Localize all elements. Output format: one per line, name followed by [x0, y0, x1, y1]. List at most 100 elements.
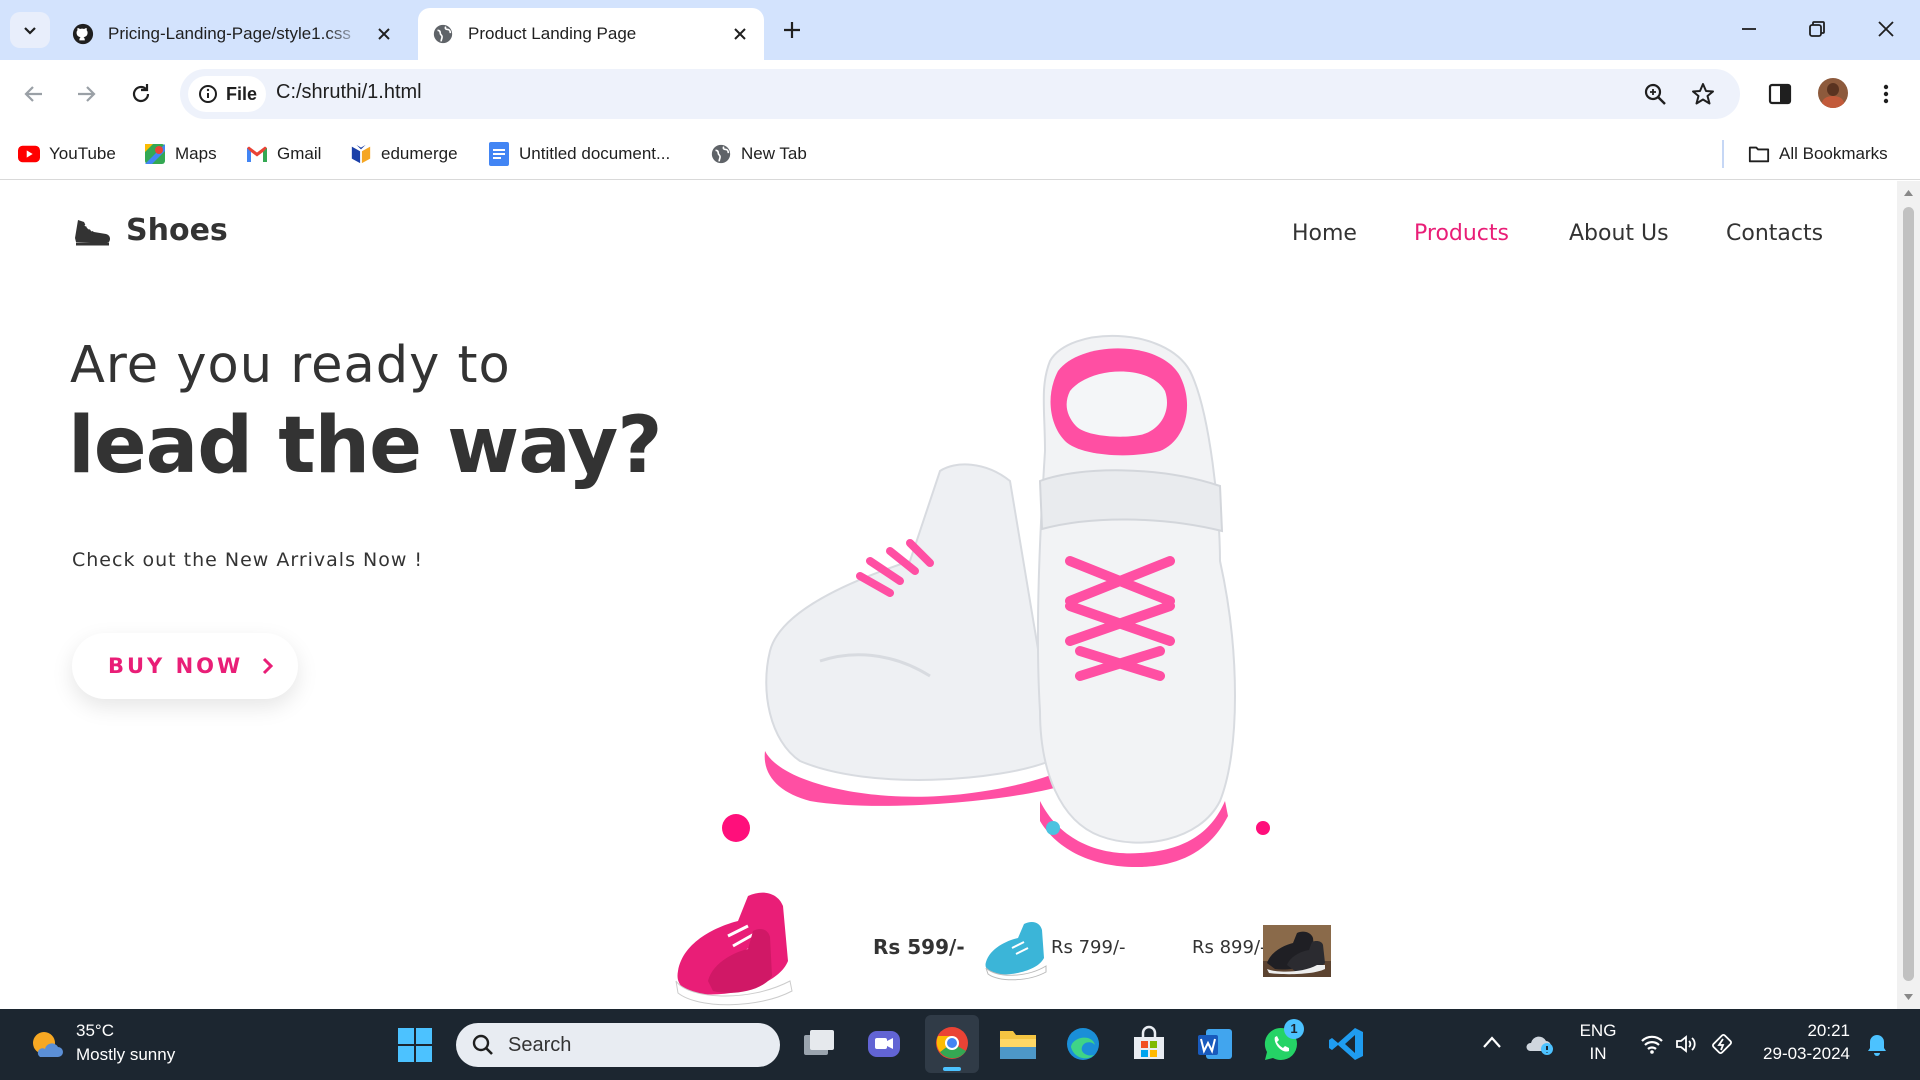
menu-icon[interactable] [1872, 80, 1900, 108]
all-bookmarks-button[interactable]: All Bookmarks [1748, 140, 1888, 168]
active-indicator [943, 1067, 961, 1071]
reload-icon[interactable] [127, 80, 155, 108]
hero-headline: lead the way? [68, 401, 663, 491]
taskbar-search[interactable]: Search [456, 1023, 780, 1067]
language-code: ENG [1579, 1021, 1617, 1040]
carousel-dot-1[interactable] [722, 814, 750, 842]
globe-icon [433, 24, 453, 44]
scroll-down-icon[interactable] [1903, 993, 1914, 1001]
taskbar: 35°C Mostly sunny Search 1 ENG IN 20:21 … [0, 1009, 1920, 1080]
language-indicator[interactable]: ENG IN [1578, 1021, 1618, 1064]
back-icon[interactable] [20, 80, 48, 108]
minimize-button[interactable] [1734, 14, 1764, 44]
address-bar[interactable]: File C:/shruthi/1.html [180, 69, 1740, 119]
nav-home[interactable]: Home [1292, 221, 1357, 246]
bookmarks-bar: YouTube Maps Gmail edumerge Untitled doc… [0, 128, 1920, 180]
bookmark-label: YouTube [49, 144, 116, 163]
onedrive-icon[interactable] [1524, 1031, 1554, 1057]
side-panel-icon[interactable] [1766, 80, 1794, 108]
chrome-icon [936, 1027, 968, 1059]
scroll-up-icon[interactable] [1903, 189, 1914, 197]
hero-tagline: Are you ready to [70, 336, 511, 395]
blue-shoe-thumbnail[interactable] [982, 918, 1052, 982]
chevron-up-icon[interactable] [1482, 1035, 1502, 1049]
folder-icon [1748, 143, 1770, 165]
battery-charging-icon[interactable] [1710, 1031, 1736, 1057]
close-window-button[interactable] [1871, 14, 1901, 44]
profile-avatar[interactable] [1818, 78, 1848, 108]
bookmark-star-icon[interactable] [1690, 81, 1716, 107]
logo-text: Shoes [126, 213, 228, 248]
tab-title: Pricing-Landing-Page/style1.css [108, 24, 351, 43]
new-tab-icon[interactable] [778, 16, 806, 44]
notification-bell-icon[interactable] [1866, 1033, 1888, 1057]
bookmark-edumerge[interactable]: edumerge [350, 140, 458, 168]
price-dark-shoe: Rs 899/- [1192, 937, 1267, 958]
vscode-icon[interactable] [1328, 1025, 1366, 1063]
bookmark-youtube[interactable]: YouTube [18, 140, 116, 168]
bookmark-label: Gmail [277, 144, 322, 163]
price-blue-shoe: Rs 799/- [1051, 937, 1126, 958]
windows-start-icon[interactable] [397, 1027, 433, 1063]
nav-about-us[interactable]: About Us [1569, 221, 1669, 246]
edumerge-icon [350, 143, 372, 165]
github-icon [72, 23, 94, 45]
weather-widget[interactable] [28, 1027, 64, 1068]
carousel-dot-3[interactable] [1256, 821, 1270, 835]
buy-now-button[interactable]: BUY NOW [72, 633, 298, 699]
site-info-chip[interactable]: File [188, 76, 266, 112]
globe-icon [710, 143, 732, 165]
tab-search-button[interactable] [10, 12, 50, 48]
scroll-thumb[interactable] [1903, 207, 1914, 981]
weather-temp: 35°C [76, 1021, 114, 1040]
zoom-icon[interactable] [1642, 81, 1668, 107]
close-icon[interactable] [730, 24, 750, 44]
chrome-taskbar-button[interactable] [925, 1015, 979, 1073]
close-icon[interactable] [374, 24, 394, 44]
word-icon[interactable] [1196, 1025, 1234, 1063]
edge-icon[interactable] [1064, 1025, 1102, 1063]
teams-meet-icon[interactable] [865, 1025, 903, 1063]
all-bookmarks-label: All Bookmarks [1779, 144, 1888, 163]
bookmark-label: edumerge [381, 144, 458, 163]
restore-button[interactable] [1802, 14, 1832, 44]
close-icon [1878, 21, 1894, 37]
forward-icon[interactable] [72, 80, 100, 108]
dark-shoe-thumbnail[interactable] [1263, 925, 1331, 977]
weather-desc: Mostly sunny [76, 1045, 176, 1064]
bookmark-untitled-document[interactable]: Untitled document... [488, 140, 670, 168]
carousel-dot-2[interactable] [1046, 821, 1060, 835]
tab-pricing[interactable]: Pricing-Landing-Page/style1.css [58, 8, 408, 60]
whatsapp-taskbar-button[interactable]: 1 [1262, 1019, 1304, 1063]
bookmark-new-tab[interactable]: New Tab [710, 140, 807, 168]
buy-now-label: BUY NOW [108, 654, 244, 678]
notification-badge: 1 [1284, 1019, 1304, 1039]
store-icon[interactable] [1130, 1025, 1168, 1063]
bookmark-label: Untitled document... [519, 144, 671, 163]
clock[interactable]: 20:21 29-03-2024 [1760, 1021, 1850, 1064]
bookmark-gmail[interactable]: Gmail [246, 140, 321, 168]
page-scrollbar[interactable] [1897, 181, 1920, 1009]
page-viewport: Shoes Home Products About Us Contacts Ar… [0, 181, 1897, 1009]
price-pink-shoe: Rs 599/- [873, 935, 965, 959]
wifi-icon[interactable] [1640, 1033, 1664, 1055]
tab-strip: Pricing-Landing-Page/style1.css Product … [0, 0, 1920, 60]
nav-products[interactable]: Products [1414, 221, 1509, 246]
tab-product-landing[interactable]: Product Landing Page [418, 8, 764, 60]
volume-icon[interactable] [1674, 1033, 1698, 1055]
pink-shoe-thumbnail[interactable] [668, 881, 808, 1009]
restore-icon [1809, 21, 1825, 37]
language-region: IN [1589, 1044, 1607, 1063]
gmail-icon [246, 143, 268, 165]
browser-toolbar: File C:/shruthi/1.html [0, 60, 1920, 128]
site-info-label: File [226, 83, 258, 104]
url-text[interactable]: C:/shruthi/1.html [276, 81, 422, 104]
site-logo[interactable]: Shoes [72, 213, 228, 248]
hero-shoe-image [764, 335, 1236, 868]
file-explorer-icon[interactable] [998, 1025, 1038, 1063]
search-placeholder: Search [508, 1034, 572, 1056]
nav-contacts[interactable]: Contacts [1726, 221, 1823, 246]
bookmark-label: New Tab [741, 144, 807, 163]
bookmark-maps[interactable]: Maps [144, 140, 217, 168]
task-view-icon[interactable] [800, 1025, 838, 1063]
